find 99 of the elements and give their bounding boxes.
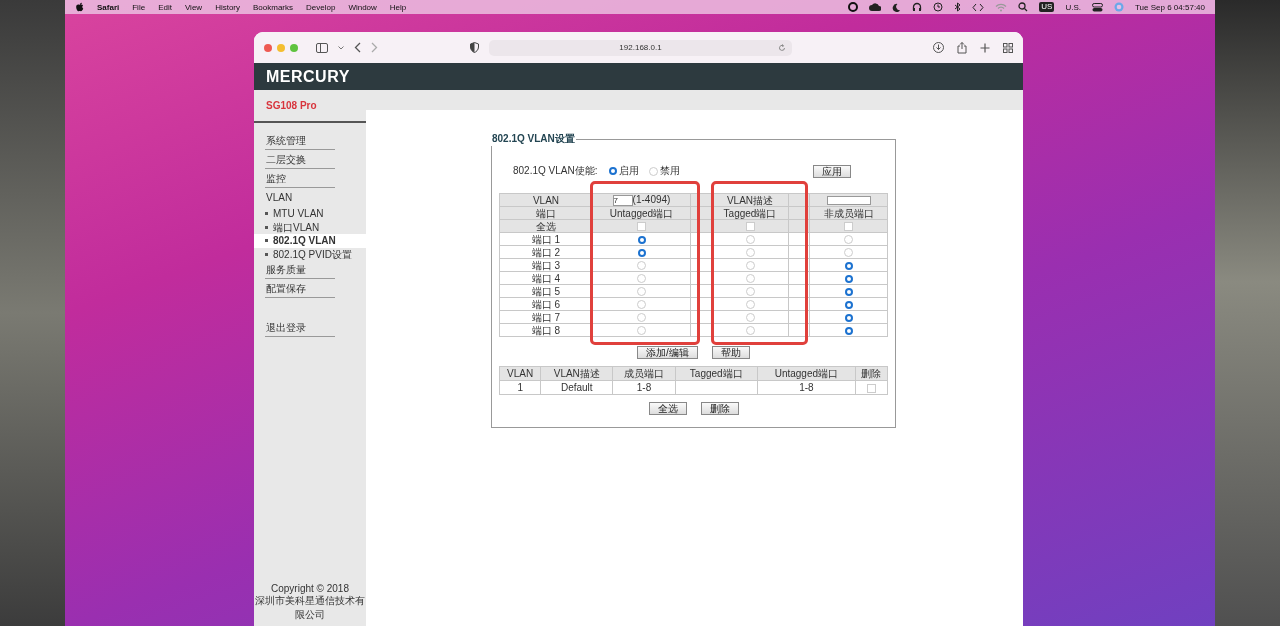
table-cell: 端口 3: [499, 258, 593, 272]
table-cell: VLAN: [499, 193, 593, 207]
sidebar-item[interactable]: VLAN: [265, 189, 335, 206]
bullet-icon: [265, 212, 268, 216]
description-field[interactable]: [826, 196, 871, 206]
select-all-checkbox[interactable]: [637, 222, 646, 232]
sidebar-item[interactable]: 二层交换: [265, 151, 335, 169]
shield-icon[interactable]: [470, 42, 479, 53]
delete-checkbox[interactable]: [866, 383, 876, 393]
port-radio[interactable]: [844, 274, 853, 283]
sidebar-item[interactable]: 配置保存: [265, 280, 335, 298]
table-cell: 端口 1: [499, 232, 593, 246]
radio-option[interactable]: 禁用: [649, 164, 680, 178]
back-icon[interactable]: [354, 42, 361, 53]
address-bar[interactable]: 192.168.0.1: [489, 39, 792, 56]
sidebar-subitem[interactable]: 端口VLAN: [254, 220, 366, 234]
table-cell: 端口 7: [499, 310, 593, 324]
plus-icon[interactable]: [980, 42, 990, 53]
table-cell: VLAN描述: [711, 193, 789, 207]
menu-item[interactable]: Bookmarks: [253, 2, 294, 12]
siri-icon[interactable]: [1114, 2, 1124, 12]
zoom-button[interactable]: [290, 43, 298, 52]
sidebar-item[interactable]: 系统管理: [265, 132, 335, 150]
search-icon[interactable]: [1018, 2, 1029, 12]
brand-logo: MERCURY: [266, 67, 350, 86]
company-name: 深圳市美科星通信技术有限公司: [254, 595, 366, 622]
action-button[interactable]: 删除: [700, 402, 739, 415]
headphones-icon[interactable]: [912, 2, 923, 12]
chevron-down-icon[interactable]: [338, 45, 344, 50]
bullet-icon: [265, 239, 268, 243]
table-cell: 1-8: [757, 380, 856, 395]
apply-button[interactable]: 应用: [813, 164, 851, 178]
radio-option[interactable]: 启用: [609, 164, 639, 178]
vlan-id-field[interactable]: 7: [612, 195, 633, 206]
table-cell: 1-8: [612, 380, 676, 395]
port-radio[interactable]: [844, 261, 853, 270]
port-radio[interactable]: [844, 287, 853, 296]
table-cell: 1: [499, 380, 541, 395]
download-icon[interactable]: [933, 42, 944, 53]
port-radio[interactable]: [637, 248, 646, 257]
share-icon[interactable]: [957, 41, 967, 54]
code-brackets-icon[interactable]: [972, 2, 985, 12]
select-all-checkbox[interactable]: [844, 222, 853, 232]
vlan-range-hint: (1-4094): [632, 194, 671, 205]
sidebar-icon[interactable]: [316, 42, 328, 53]
menu-item[interactable]: View: [184, 2, 203, 12]
sidebar-subitem[interactable]: MTU VLAN: [254, 207, 366, 221]
table-cell: 端口 8: [499, 323, 593, 337]
menu-item[interactable]: History: [215, 2, 240, 12]
close-button[interactable]: [264, 43, 272, 52]
reload-icon[interactable]: [778, 43, 786, 52]
port-radio[interactable]: [844, 313, 853, 322]
bluetooth-icon[interactable]: [954, 2, 962, 12]
column-header: 删除: [855, 366, 888, 381]
menu-item[interactable]: Window: [348, 2, 377, 12]
column-header: Untagged端口: [757, 366, 856, 381]
menu-bar-clock[interactable]: Tue Sep 6 04:57:40: [1135, 2, 1205, 12]
forward-icon[interactable]: [371, 42, 378, 53]
control-center-icon[interactable]: [1092, 2, 1103, 12]
port-radio[interactable]: [844, 300, 853, 309]
column-header: VLAN描述: [540, 366, 613, 381]
select-all-checkbox[interactable]: [745, 222, 755, 232]
action-button[interactable]: 添加/编辑: [637, 346, 698, 359]
table-cell: 端口 6: [499, 297, 593, 311]
menu-item[interactable]: Help: [389, 2, 407, 12]
table-cell: 端口 5: [499, 284, 593, 298]
logout-item[interactable]: 退出登录: [265, 319, 335, 337]
table-cell: Default: [540, 380, 613, 395]
clock-icon[interactable]: [933, 2, 944, 12]
menu-item[interactable]: File: [132, 2, 146, 12]
column-header: VLAN: [499, 366, 541, 381]
enable-label: 802.1Q VLAN使能:: [513, 164, 599, 178]
menu-item[interactable]: Edit: [158, 2, 172, 12]
table-cell: 端口 2: [499, 245, 593, 259]
record-icon[interactable]: [848, 2, 859, 12]
table-cell: 端口 4: [499, 271, 593, 285]
panel-title: 802.1Q VLAN设置: [491, 132, 576, 146]
column-header: 成员端口: [612, 366, 676, 381]
sidebar-subitem[interactable]: 802.1Q PVID设置: [254, 247, 366, 261]
bullet-icon: [265, 225, 268, 229]
action-button[interactable]: 全选: [648, 402, 687, 415]
input-source-label: U.S.: [1065, 2, 1081, 12]
port-radio[interactable]: [637, 235, 646, 244]
sidebar-item[interactable]: 服务质量: [265, 261, 335, 279]
bullet-icon: [265, 252, 268, 256]
cloud-icon[interactable]: [869, 3, 882, 11]
port-radio[interactable]: [844, 326, 853, 335]
apple-icon[interactable]: [75, 2, 84, 12]
copyright-text: Copyright © 2018: [271, 583, 350, 594]
action-button[interactable]: 帮助: [711, 346, 750, 359]
column-header: Tagged端口: [675, 366, 758, 381]
moon-icon[interactable]: [892, 2, 902, 12]
input-source-badge[interactable]: US: [1039, 2, 1055, 12]
sidebar-item[interactable]: 监控: [265, 170, 335, 188]
app-menu[interactable]: Safari: [97, 2, 120, 12]
menu-item[interactable]: Develop: [306, 2, 336, 12]
minimize-button[interactable]: [277, 43, 285, 52]
sidebar-subitem[interactable]: 802.1Q VLAN: [254, 234, 366, 248]
tabs-grid-icon[interactable]: [1003, 42, 1013, 53]
